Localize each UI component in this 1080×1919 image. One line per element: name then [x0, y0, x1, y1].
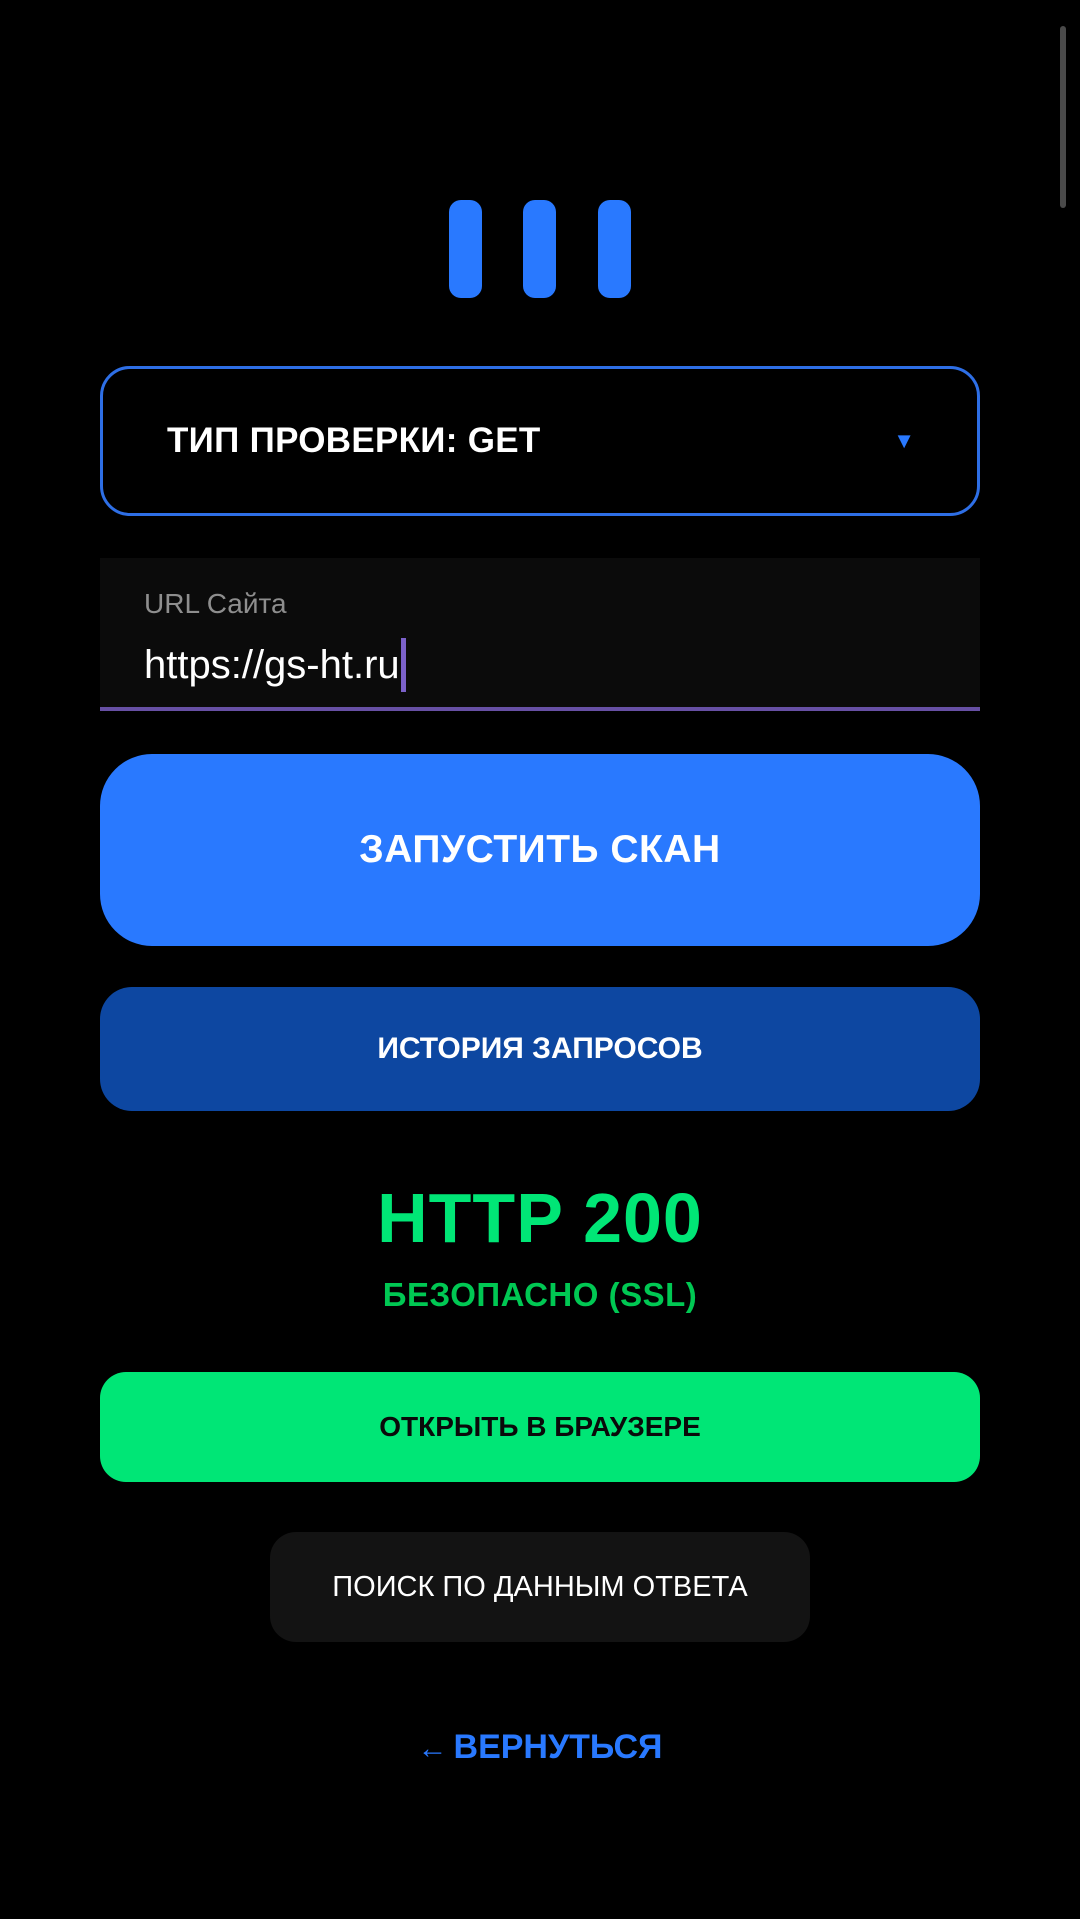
- logo-bar-left: [449, 200, 482, 298]
- open-in-browser-button[interactable]: ОТКРЫТЬ В БРАУЗЕРЕ: [100, 1372, 980, 1482]
- back-link-label: ВЕРНУТЬСЯ: [453, 1728, 663, 1766]
- url-input[interactable]: https://gs-ht.ru: [144, 638, 406, 692]
- app-screen: ТИП ПРОВЕРКИ: GET ▼ URL Сайта https://gs…: [0, 0, 1080, 1919]
- search-response-button[interactable]: ПОИСК ПО ДАННЫМ ОТВЕТА: [270, 1532, 810, 1642]
- check-type-label: ТИП ПРОВЕРКИ: GET: [167, 421, 541, 460]
- back-link[interactable]: ← ВЕРНУТЬСЯ: [0, 1728, 1080, 1767]
- logo-bar-middle: [523, 200, 556, 298]
- logo-bar-right: [598, 200, 631, 298]
- ssl-status-text: БЕЗОПАСНО (SSL): [382, 1276, 698, 1313]
- arrow-left-icon: ←: [417, 1732, 448, 1765]
- request-history-button[interactable]: ИСТОРИЯ ЗАПРОСОВ: [100, 987, 980, 1111]
- chevron-down-icon: ▼: [893, 428, 915, 453]
- three-bars-logo-icon: [449, 200, 631, 298]
- check-type-dropdown[interactable]: ТИП ПРОВЕРКИ: GET ▼: [100, 366, 980, 516]
- scrollbar[interactable]: [1060, 26, 1066, 208]
- http-status-code: HTTP 200: [377, 1179, 703, 1257]
- text-cursor: [400, 638, 406, 692]
- url-input-field[interactable]: URL Сайта https://gs-ht.ru: [100, 558, 980, 711]
- url-input-value: https://gs-ht.ru: [144, 642, 400, 687]
- url-input-label: URL Сайта: [144, 588, 287, 619]
- start-scan-button[interactable]: ЗАПУСТИТЬ СКАН: [100, 754, 980, 946]
